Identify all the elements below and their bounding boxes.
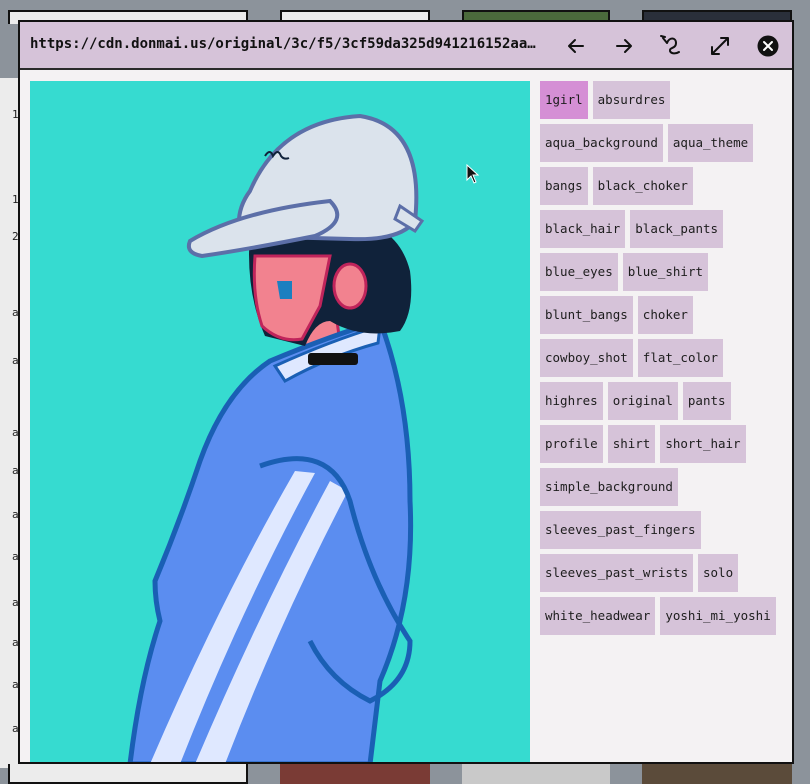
gallery-thumb-8[interactable]: [642, 764, 792, 784]
tag-chip[interactable]: original: [607, 382, 678, 420]
arrow-right-icon: [614, 36, 634, 56]
tag-chip[interactable]: highres: [540, 382, 603, 420]
tag-chip[interactable]: blue_shirt: [622, 253, 708, 291]
tag-chip[interactable]: shirt: [607, 425, 656, 463]
preview-image[interactable]: [30, 81, 530, 762]
anime-girl-illustration: [30, 81, 530, 762]
mouse-cursor-icon: [466, 163, 480, 188]
image-url[interactable]: https://cdn.donmai.us/original/3c/f5/3cf…: [30, 36, 542, 52]
close-button[interactable]: [754, 32, 782, 60]
gallery-thumb-5[interactable]: [8, 764, 248, 784]
tag-chip[interactable]: sleeves_past_fingers: [540, 511, 701, 549]
gallery-side-strip: 1 1 2 a a a a a a a a a a: [0, 78, 19, 768]
tag-chip[interactable]: sleeves_past_wrists: [540, 554, 693, 592]
tag-chip[interactable]: pants: [682, 382, 731, 420]
tag-chip[interactable]: 1girl: [540, 81, 588, 119]
tag-chip[interactable]: black_hair: [540, 210, 626, 248]
tag-chip[interactable]: black_choker: [592, 167, 693, 205]
tag-chip[interactable]: absurdres: [592, 81, 671, 119]
viewer-titlebar: https://cdn.donmai.us/original/3c/f5/3cf…: [20, 22, 792, 70]
tag-list: 1girl absurdres aqua_background aqua_themeb…: [540, 81, 784, 640]
tag-chip[interactable]: bangs: [540, 167, 588, 205]
tag-chip[interactable]: aqua_background: [540, 124, 663, 162]
tag-chip[interactable]: white_headwear: [540, 597, 656, 635]
image-viewer-modal: https://cdn.donmai.us/original/3c/f5/3cf…: [18, 20, 794, 764]
expand-icon: [709, 35, 731, 57]
tag-chip[interactable]: flat_color: [637, 339, 724, 377]
forward-button[interactable]: [610, 32, 638, 60]
tag-chip[interactable]: blue_eyes: [540, 253, 618, 291]
tag-chip[interactable]: simple_background: [540, 468, 678, 506]
tag-chip[interactable]: blunt_bangs: [540, 296, 633, 334]
back-button[interactable]: [562, 32, 590, 60]
tag-chip[interactable]: cowboy_shot: [540, 339, 633, 377]
tag-chip[interactable]: aqua_theme: [667, 124, 754, 162]
tag-chip[interactable]: choker: [637, 296, 693, 334]
tag-chip[interactable]: short_hair: [660, 425, 746, 463]
tag-chip[interactable]: solo: [698, 554, 739, 592]
reverse-search-button[interactable]: [658, 32, 686, 60]
close-icon: [757, 35, 779, 57]
tag-chip[interactable]: black_pants: [630, 210, 724, 248]
reverse-search-icon: [659, 33, 685, 59]
gallery-thumb-6[interactable]: [280, 764, 430, 784]
arrow-left-icon: [566, 36, 586, 56]
tag-chip[interactable]: profile: [540, 425, 603, 463]
gallery-thumb-7[interactable]: [462, 764, 610, 784]
expand-button[interactable]: [706, 32, 734, 60]
tag-chip[interactable]: yoshi_mi_yoshi: [660, 597, 776, 635]
